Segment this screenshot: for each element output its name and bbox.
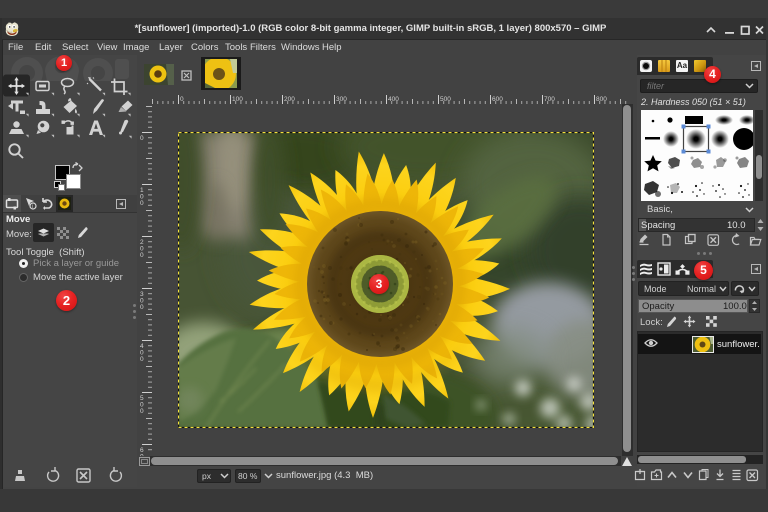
svg-text:0: 0	[140, 304, 144, 311]
svg-text:0: 0	[140, 356, 144, 363]
svg-text:300: 300	[336, 96, 347, 103]
svg-text:0: 0	[140, 454, 144, 457]
svg-text:400: 400	[388, 96, 399, 103]
svg-text:200: 200	[284, 96, 295, 103]
svg-text:700: 700	[544, 96, 555, 103]
svg-text:0: 0	[140, 408, 144, 415]
svg-text:500: 500	[440, 96, 451, 103]
svg-text:100: 100	[232, 96, 243, 103]
svg-text:600: 600	[492, 96, 503, 103]
svg-text:0: 0	[140, 135, 144, 142]
svg-text:800: 800	[596, 96, 607, 103]
svg-text:0: 0	[140, 252, 144, 259]
svg-text:0: 0	[180, 96, 184, 103]
svg-text:i: i	[32, 204, 33, 210]
svg-text:0: 0	[140, 200, 144, 207]
